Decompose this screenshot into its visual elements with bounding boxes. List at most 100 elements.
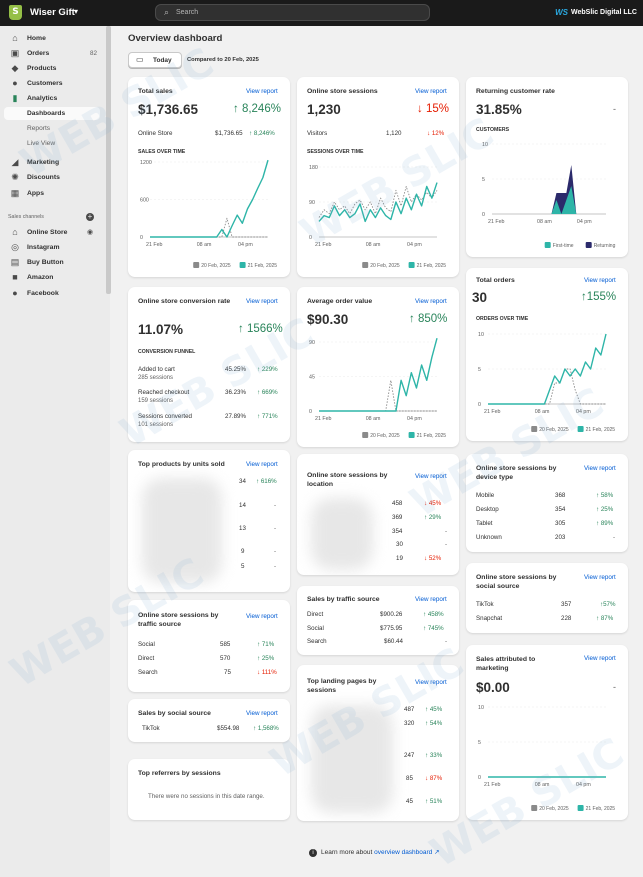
y-tick-label: 0 [309,235,312,241]
amazon-icon: ■ [12,272,18,282]
sidebar-subitem-reports[interactable]: Reports [0,121,104,135]
learn-more-link[interactable]: overview dashboard [374,849,432,856]
sidebar-item-marketing[interactable]: ◢ Marketing [0,155,104,169]
conversion-rate-card: Online store conversion rate View report… [128,287,290,442]
landing-change: ↑ 51% [425,798,443,805]
device-label: Unknown [476,534,502,541]
legend-label: 20 Feb, 2025 [539,806,569,812]
person-icon: ● [12,78,18,88]
view-report-link[interactable]: View report [415,679,447,686]
store-icon: ⌂ [12,227,18,237]
eye-icon[interactable]: ◉ [87,228,93,236]
sidebar-item-home[interactable]: ⌂ Home [0,31,104,45]
source-label: Search [138,669,158,676]
sidebar-channel-online-store[interactable]: ⌂ Online Store ◉ [0,225,104,239]
sidebar-item-label: Facebook [27,289,59,297]
sidebar-item-discounts[interactable]: ✺ Discounts [0,170,104,184]
location-change: ↑ 29% [424,514,442,521]
buy-button-icon: ▤ [10,257,20,267]
sidebar-item-customers[interactable]: ● Customers [0,76,104,90]
view-report-link[interactable]: View report [246,613,278,620]
source-change: ↑ 458% [423,611,444,618]
device-label: Desktop [476,506,499,513]
chevron-down-icon[interactable]: ▾ [74,7,78,16]
source-value: 75 [224,669,231,676]
product-change: - [274,548,277,555]
y-tick-label: 0 [309,409,312,415]
sidebar-channel-amazon[interactable]: ■ Amazon [0,270,104,284]
sidebar-subitem-live-view[interactable]: Live View [0,136,104,150]
external-link-icon[interactable]: ↗ [432,849,439,856]
customers-chart: 0 5 10 21 Feb 08 am 04 pm Returning First-time [482,142,616,249]
sidebar-item-label: Marketing [27,158,60,166]
x-tick-label: 21 Feb [146,242,163,248]
view-report-link[interactable]: View report [584,574,616,581]
view-report-link[interactable]: View report [584,465,616,472]
sidebar: ⌂ Home ▣ Orders 82 ◆ Products ● Customer… [0,26,110,877]
megaphone-icon: ◢ [11,157,19,167]
view-report-link[interactable]: View report [246,461,278,468]
social-label: Snapchat [476,615,503,622]
funnel-step-sessions: 159 sessions [138,398,174,404]
sales-channels-label: Sales channels [8,214,44,220]
product-units: 13 [239,525,246,532]
source-label: Direct [307,611,324,618]
legend-label: 21 Feb, 2025 [417,433,447,439]
view-report-link[interactable]: View report [415,596,447,603]
card-title: Online store sessions by traffic source [138,612,219,628]
view-report-link[interactable]: View report [246,710,278,717]
sidebar-item-analytics[interactable]: ▮ Analytics [0,91,104,105]
sidebar-channel-buy-button[interactable]: ▤ Buy Button [0,255,104,269]
sessions-by-location-card: Online store sessions by location View r… [297,454,459,575]
search-input[interactable]: ⌕ Search [155,4,430,21]
view-report-link[interactable]: View report [246,298,278,305]
legend-swatch [544,242,551,248]
y-tick-label: 600 [140,198,149,204]
funnel-step-pct: 27.89% [225,413,246,420]
sidebar-item-products[interactable]: ◆ Products [0,61,104,75]
landing-sessions: 487 [404,706,415,713]
card-title: Online store conversion rate [138,298,231,305]
date-range-button[interactable]: ▭ Today [128,52,182,68]
funnel-step-sessions: 285 sessions [138,375,174,381]
x-tick-label: 08 am [537,219,552,225]
legend-label: 21 Feb, 2025 [586,806,616,812]
sidebar-channel-instagram[interactable]: ◎ Instagram [0,240,104,254]
info-icon: i [309,849,317,857]
card-change: ↑ 1566% [238,323,283,335]
sales-attributed-marketing-card: Sales attributed to marketing View repor… [466,645,628,820]
store-name[interactable]: Wiser Gift [30,7,75,18]
sidebar-item-apps[interactable]: ▦ Apps [0,186,104,200]
footer-learn-more: i Learn more about overview dashboard ↗ [309,848,440,857]
source-value: 570 [220,655,231,662]
comparison-period[interactable]: Compared to 20 Feb, 2025 [187,57,259,63]
account-menu[interactable]: WS WebSlic Digital LLC [555,8,637,17]
shopify-logo-icon[interactable]: S [9,5,22,20]
legend-swatch [193,262,200,268]
orders-over-time-chart: 0 5 10 21 Feb 08 am 04 pm 21 Feb, 2025 20 Feb, … [478,332,615,433]
location-sessions: 458 [392,500,403,507]
card-title: Sales by social source [138,710,211,717]
legend-swatch [577,426,584,432]
sidebar-item-orders[interactable]: ▣ Orders 82 [0,46,104,60]
sidebar-scrollbar[interactable] [106,26,111,294]
sidebar-subitem-dashboards[interactable]: Dashboards [0,106,104,120]
funnel-step-change: ↑ 229% [257,366,278,373]
device-change: ↑ 89% [596,520,614,527]
legend-swatch [531,426,538,432]
device-value: 368 [555,492,566,499]
sidebar-channel-facebook[interactable]: ● Facebook [0,286,104,300]
product-units: 9 [241,548,245,555]
sidebar-item-label: Online Store [27,228,68,236]
redacted-page-names [311,705,393,813]
top-landing-pages-card: Top landing pages by sessions View repor… [297,665,459,821]
view-report-link[interactable]: View report [415,473,447,480]
top-products-card: Top products by units sold View report 3… [128,450,290,592]
funnel-step-label: Reached checkout [138,389,190,396]
total-sales-card: Total sales View report $1,736.65 ↑ 8,24… [128,77,290,277]
total-orders-card: Total orders View report 30 ↑155% ORDERS… [466,268,628,441]
y-tick-label: 0 [478,775,481,781]
x-tick-label: 04 pm [238,242,253,248]
funnel-step-pct: 36.23% [225,389,246,396]
add-channel-icon[interactable]: + [86,213,94,221]
